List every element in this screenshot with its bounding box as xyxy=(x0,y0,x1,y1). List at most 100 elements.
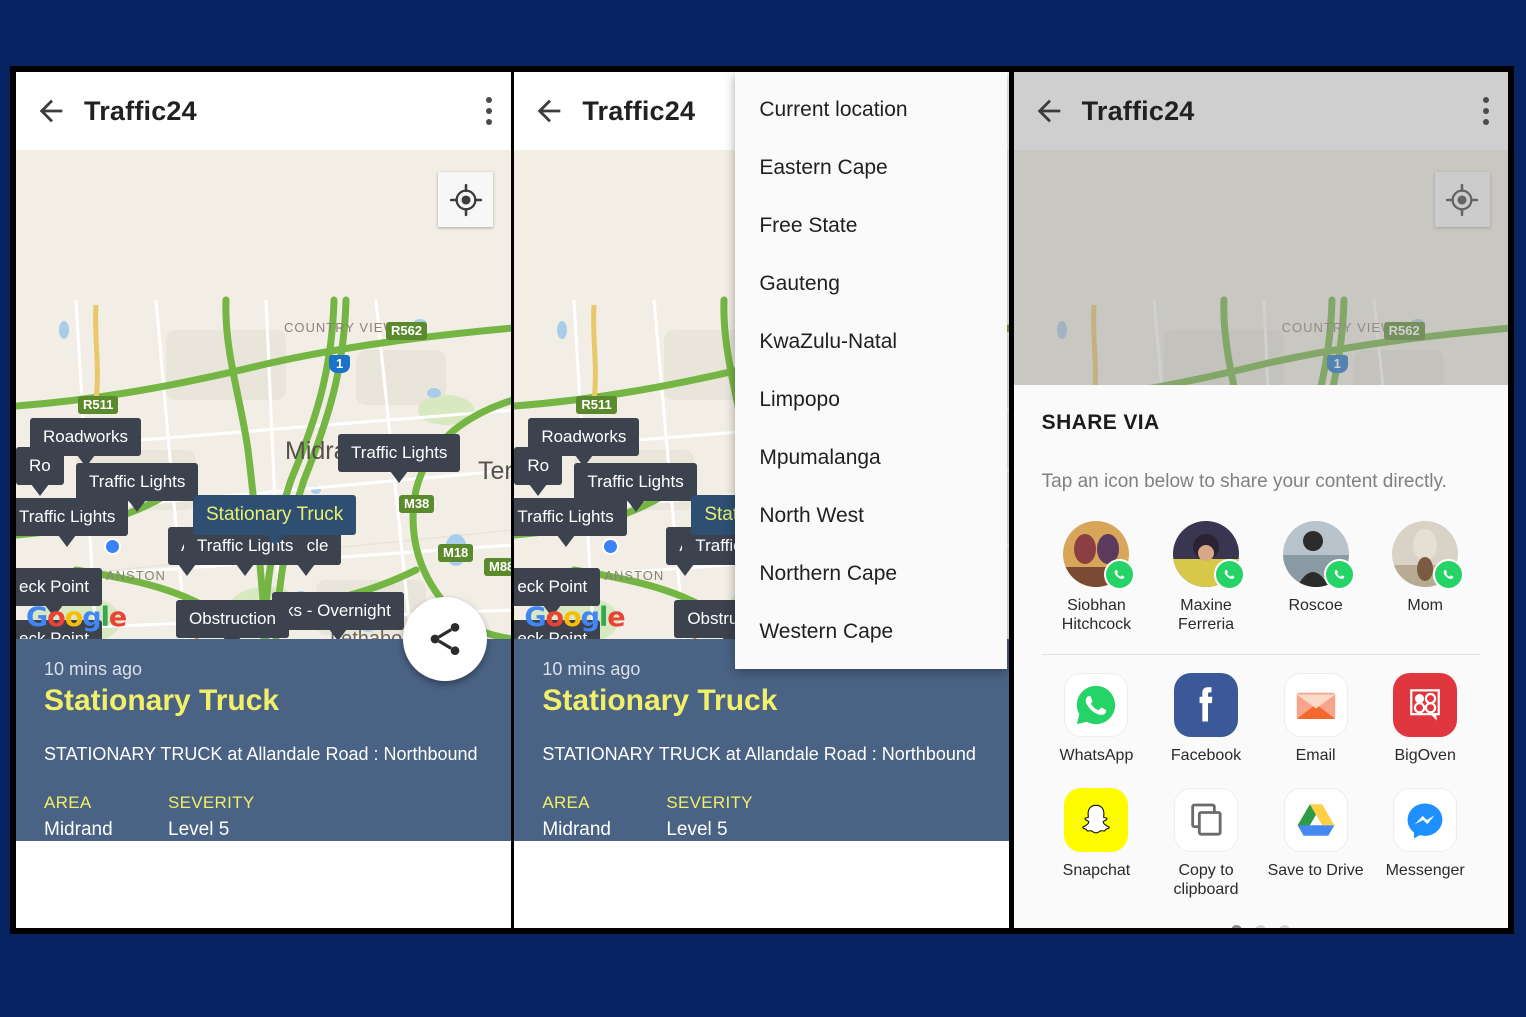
list-item[interactable]: Snapchat xyxy=(1042,787,1152,899)
dropdown-item-eastern-cape[interactable]: Eastern Cape xyxy=(735,139,1007,197)
map-marker[interactable]: Ro xyxy=(514,447,563,496)
map-canvas xyxy=(16,150,512,639)
google-attribution: Google xyxy=(26,602,127,633)
map-marker[interactable]: Traffic Lights xyxy=(76,463,199,512)
map-marker[interactable]: Traffic Lights xyxy=(574,463,697,512)
incident-title: Stationary Truck xyxy=(542,684,778,717)
map-marker[interactable]: Traffic Lights xyxy=(16,498,129,547)
share-page-indicator xyxy=(1042,924,1480,928)
place-label: ANSTON xyxy=(604,568,665,583)
share-icon[interactable] xyxy=(403,597,488,681)
road-shield: R562 xyxy=(1383,322,1425,341)
share-heading: SHARE VIA xyxy=(1041,411,1160,434)
map-marker[interactable]: eck Point xyxy=(514,568,601,617)
divider xyxy=(1041,654,1480,656)
incident-meta: AREA Midrand SEVERITY Level 5 xyxy=(542,793,980,841)
dropdown-item-gauteng[interactable]: Gauteng xyxy=(735,255,1007,313)
copy-icon[interactable] xyxy=(1174,787,1239,852)
bigoven-icon[interactable] xyxy=(1393,673,1458,738)
map-view[interactable]: R562 R511 1 M38 M18 M88 M8 3 R25 M32 M11… xyxy=(16,150,512,639)
dropdown-item-northern-cape[interactable]: Northern Cape xyxy=(735,545,1007,603)
avatar[interactable] xyxy=(1282,521,1355,590)
area-value: Midrand xyxy=(44,819,113,840)
whatsapp-icon[interactable] xyxy=(1064,673,1129,738)
map-canvas xyxy=(1013,150,1508,385)
map-roads xyxy=(1013,150,1508,385)
severity-value: Level 5 xyxy=(168,819,230,840)
road-shield: M18 xyxy=(438,544,474,563)
contact-name: Mom xyxy=(1407,597,1443,614)
back-arrow-icon[interactable] xyxy=(532,94,566,128)
google-drive-icon[interactable] xyxy=(1283,787,1348,852)
road-shield: R511 xyxy=(576,396,617,415)
app-label: Messenger xyxy=(1385,861,1465,879)
avatar[interactable] xyxy=(1063,521,1136,590)
list-item[interactable]: Messenger xyxy=(1370,787,1480,899)
avatar[interactable] xyxy=(1392,521,1465,590)
dropdown-item-kwazulu-natal[interactable]: KwaZulu-Natal xyxy=(735,313,1007,371)
facebook-icon[interactable] xyxy=(1174,673,1239,738)
screenshot-frame: Traffic24 R562 R511 1 M38 M18 M88 COUNTR… xyxy=(10,66,1514,934)
map-marker[interactable]: ks - Overnight xyxy=(272,592,404,639)
incident-title: Stationary Truck xyxy=(44,684,280,717)
share-apps-row-2: Snapchat Copy to clipboard Save to Drive xyxy=(1042,787,1480,899)
map-marker[interactable]: eck Point xyxy=(16,568,102,617)
map-view: R562 R511 1 COUNTRY VIEW Midra Tembis Ro… xyxy=(1013,150,1508,385)
contact-name: Roscoe xyxy=(1288,597,1343,614)
page-dot[interactable] xyxy=(1231,924,1243,928)
app-bar: Traffic24 xyxy=(1013,72,1508,150)
incident-meta: AREA Midrand SEVERITY Level 5 xyxy=(44,793,483,841)
list-item[interactable]: BigOven xyxy=(1370,673,1480,765)
incident-description: STATIONARY TRUCK at Allandale Road : Nor… xyxy=(44,744,478,764)
list-item[interactable]: Copy to clipboard xyxy=(1151,787,1261,899)
map-marker[interactable]: Ro xyxy=(16,447,64,496)
dropdown-item-western-cape[interactable]: Western Cape xyxy=(735,603,1007,661)
road-shield: M38 xyxy=(399,495,435,514)
avatar[interactable] xyxy=(1173,521,1246,590)
map-marker[interactable]: Obstruction xyxy=(176,600,289,639)
map-marker-selected[interactable]: Stationary Truck xyxy=(193,495,357,546)
list-item[interactable]: Maxine Ferreria xyxy=(1151,521,1261,634)
list-item[interactable]: Email xyxy=(1261,673,1371,765)
page-dot[interactable] xyxy=(1279,924,1291,928)
list-item[interactable]: Mom xyxy=(1370,521,1480,634)
province-dropdown-menu[interactable]: Current location Eastern Cape Free State… xyxy=(735,72,1008,669)
incident-area: AREA Midrand xyxy=(44,793,168,841)
dropdown-item-north-west[interactable]: North West xyxy=(735,487,1007,545)
list-item[interactable]: Facebook xyxy=(1151,673,1261,765)
share-hint: Tap an icon below to share your content … xyxy=(1041,471,1447,492)
dropdown-item-free-state[interactable]: Free State xyxy=(735,197,1007,255)
back-arrow-icon[interactable] xyxy=(1032,94,1066,128)
list-item[interactable]: Roscoe xyxy=(1261,521,1371,634)
dropdown-item-current-location[interactable]: Current location xyxy=(735,81,1007,139)
kebab-menu-icon[interactable] xyxy=(1482,97,1490,125)
incident-info-panel: 10 mins ago Stationary Truck STATIONARY … xyxy=(514,639,1009,841)
place-label: Tembis xyxy=(478,457,511,485)
share-sheet: SHARE VIA Tap an icon below to share you… xyxy=(1013,385,1508,928)
map-roads xyxy=(16,150,512,639)
screen-map-detail: Traffic24 R562 R511 1 M38 M18 M88 COUNTR… xyxy=(16,72,512,928)
page-dot[interactable] xyxy=(1255,924,1267,928)
road-shield: M88 xyxy=(484,558,512,577)
list-item[interactable]: Save to Drive xyxy=(1261,787,1371,899)
incident-info-panel: 10 mins ago Stationary Truck STATIONARY … xyxy=(16,597,512,841)
map-marker[interactable]: Traffic Lights xyxy=(514,498,627,547)
app-label: Snapchat xyxy=(1062,861,1131,879)
list-item[interactable]: Siobhan Hitchcock xyxy=(1042,521,1152,634)
email-icon[interactable] xyxy=(1283,673,1348,738)
back-arrow-icon[interactable] xyxy=(34,94,68,128)
whatsapp-icon xyxy=(1433,559,1465,590)
my-location-icon[interactable] xyxy=(438,172,494,227)
incident-description: STATIONARY TRUCK at Allandale Road : Nor… xyxy=(542,744,976,764)
messenger-icon[interactable] xyxy=(1393,787,1458,852)
kebab-menu-icon[interactable] xyxy=(485,97,493,125)
dropdown-item-limpopo[interactable]: Limpopo xyxy=(735,371,1007,429)
place-label: COUNTRY VIEW xyxy=(1281,320,1395,335)
whatsapp-icon xyxy=(1323,559,1355,590)
map-marker[interactable]: Traffic Lights xyxy=(338,434,461,483)
place-label: COUNTRY VIEW xyxy=(284,320,397,335)
list-item[interactable]: WhatsApp xyxy=(1042,673,1152,765)
snapchat-icon[interactable] xyxy=(1064,787,1129,852)
dropdown-item-mpumalanga[interactable]: Mpumalanga xyxy=(735,429,1007,487)
road-shield: R511 xyxy=(78,396,119,415)
